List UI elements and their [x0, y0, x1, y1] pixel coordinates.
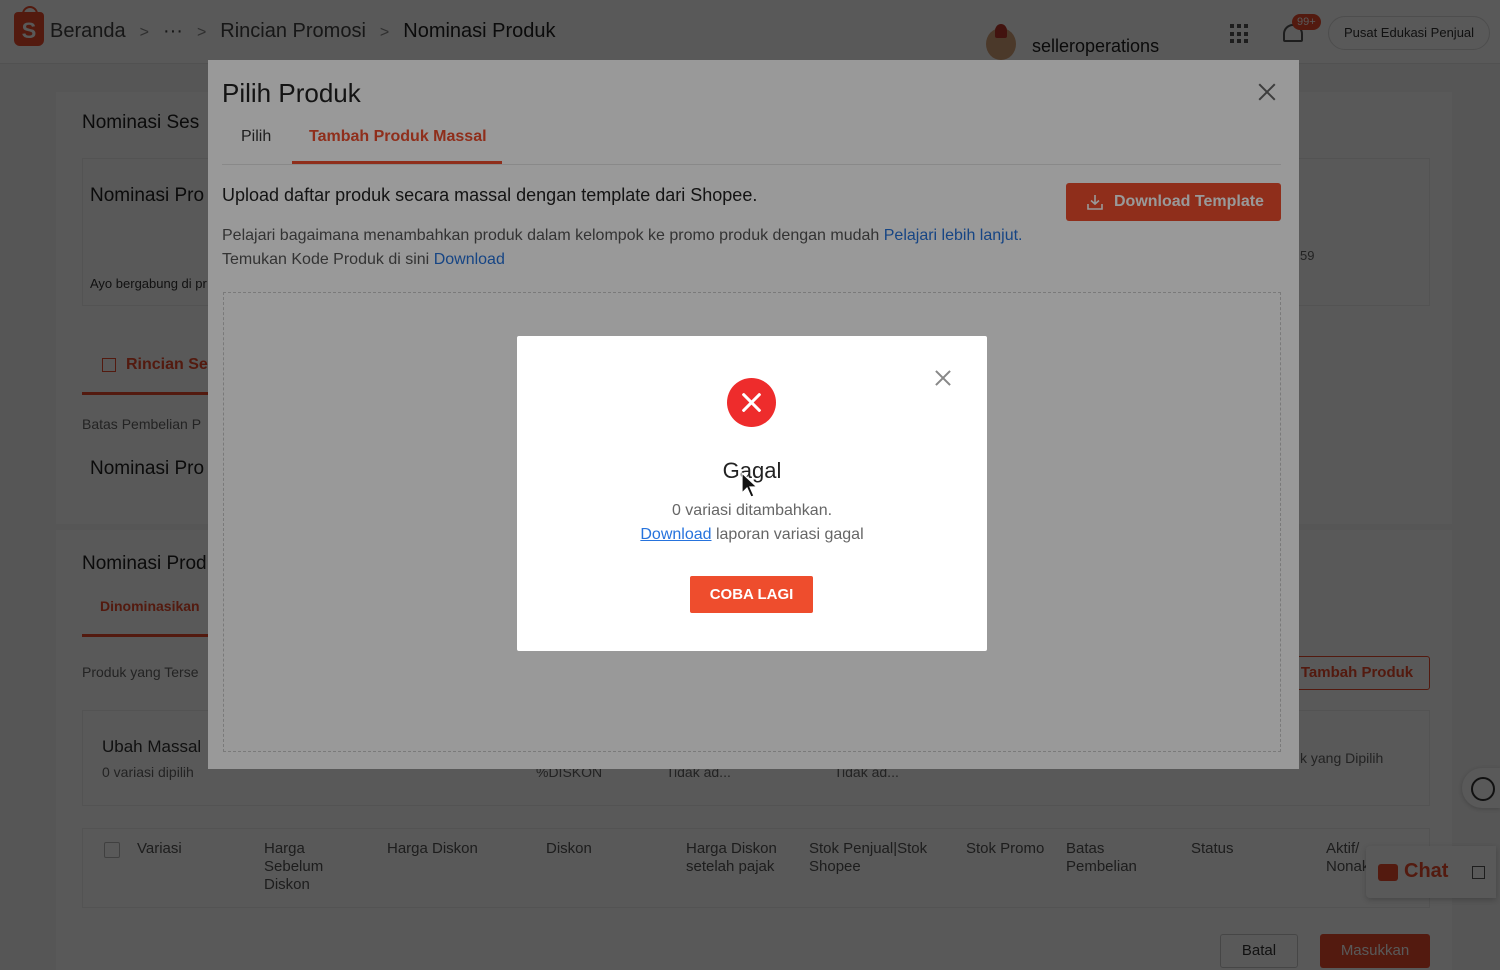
error-icon	[727, 378, 776, 427]
download-report-link[interactable]: Download	[640, 526, 711, 543]
report-text: laporan variasi gagal	[715, 526, 864, 543]
error-report-line: Download laporan variasi gagal	[517, 526, 987, 544]
retry-button[interactable]: COBA LAGI	[690, 576, 813, 613]
error-message: 0 variasi ditambahkan.	[671, 502, 833, 519]
close-icon[interactable]	[933, 368, 953, 388]
mouse-cursor-icon	[741, 472, 759, 498]
